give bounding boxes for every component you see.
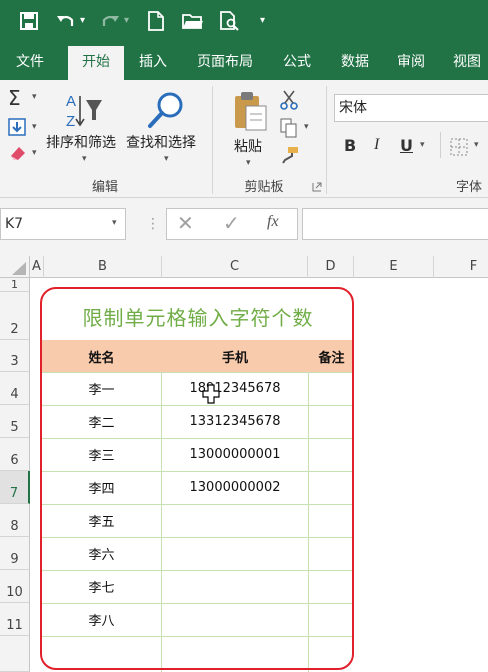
- borders-icon[interactable]: [450, 138, 468, 156]
- paste-button[interactable]: 粘贴 ▾: [228, 86, 274, 174]
- row-header[interactable]: 9: [0, 537, 30, 570]
- editing-group-label: 编辑: [91, 180, 118, 195]
- find-select-label: 查找和选择: [126, 135, 196, 151]
- svg-text:A: A: [66, 93, 76, 110]
- sort-filter-button[interactable]: A Z 排序和筛选 ▾: [46, 86, 124, 174]
- cancel-icon[interactable]: ✕: [177, 211, 194, 235]
- column-header-a[interactable]: A: [30, 256, 44, 278]
- column-header-b[interactable]: B: [44, 256, 162, 278]
- column-header-d[interactable]: D: [308, 256, 354, 278]
- ribbon: Σ ▾ ▾ ▾ A Z 排序和筛选 ▾ 查找和选择 ▾ 编辑 粘贴 ▾ ▾ 剪贴…: [0, 80, 488, 198]
- group-divider: [212, 86, 213, 194]
- formula-buttons: ✕ ✓ fx: [166, 208, 298, 240]
- copy-icon[interactable]: [280, 118, 298, 138]
- sort-filter-dropdown-icon: ▾: [82, 154, 87, 164]
- borders-dropdown-icon[interactable]: ▾: [474, 140, 479, 150]
- tab-review[interactable]: 审阅: [386, 44, 436, 80]
- row-header[interactable]: 8: [0, 504, 30, 537]
- italic-button[interactable]: I: [374, 136, 379, 154]
- row-header[interactable]: 10: [0, 570, 30, 603]
- tab-data[interactable]: 数据: [330, 44, 380, 80]
- row-header[interactable]: 2: [0, 292, 30, 340]
- undo-dropdown-icon[interactable]: ▾: [80, 10, 85, 32]
- undo-icon[interactable]: [56, 12, 76, 30]
- tab-home[interactable]: 开始: [68, 46, 124, 80]
- customize-toolbar-icon[interactable]: ▾: [260, 10, 265, 32]
- formula-bar: K7 ▾ ⋮ ✕ ✓ fx: [0, 198, 488, 256]
- row-header[interactable]: 6: [0, 438, 30, 471]
- font-group-label: 字体: [456, 180, 483, 195]
- tab-file[interactable]: 文件: [0, 44, 60, 80]
- tab-view[interactable]: 视图: [442, 44, 488, 80]
- sort-filter-label: 排序和筛选: [46, 135, 116, 151]
- row-header[interactable]: 1: [0, 278, 30, 292]
- new-file-icon[interactable]: [148, 11, 164, 31]
- name-box-dropdown-icon[interactable]: ▾: [112, 218, 117, 228]
- worksheet-grid: A B C D E F 1 2 3 4 5 6 7 8 9 10 11 姓名 手…: [0, 256, 488, 672]
- formula-bar-grip-icon: ⋮: [146, 216, 160, 232]
- row-header[interactable]: 3: [0, 340, 30, 372]
- autosum-icon[interactable]: Σ: [8, 86, 21, 110]
- svg-text:Z: Z: [66, 113, 75, 130]
- row-header-selected[interactable]: 7: [0, 471, 30, 504]
- fill-dropdown-icon[interactable]: ▾: [32, 122, 37, 132]
- clipboard-group-label: 剪贴板: [244, 180, 284, 195]
- column-header-e[interactable]: E: [354, 256, 434, 278]
- redo-icon[interactable]: [100, 12, 120, 30]
- clear-eraser-icon[interactable]: [8, 144, 28, 162]
- row-header[interactable]: [0, 636, 30, 672]
- autosum-dropdown-icon[interactable]: ▾: [32, 92, 37, 102]
- excel-window: ▾ ▾ ▾ 文件 开始 插入 页面布局 公式 数据 审阅 视图 Σ ▾ ▾ ▾ …: [0, 0, 488, 672]
- copy-dropdown-icon[interactable]: ▾: [304, 122, 309, 132]
- quick-access-toolbar: ▾ ▾ ▾: [0, 0, 488, 44]
- select-all-corner[interactable]: [0, 256, 30, 278]
- group-divider: [326, 86, 327, 194]
- row-header[interactable]: 4: [0, 372, 30, 405]
- find-select-dropdown-icon: ▾: [164, 154, 169, 164]
- save-icon[interactable]: [20, 12, 38, 30]
- paste-dropdown-icon: ▾: [246, 158, 251, 168]
- ribbon-tabs: 文件 开始 插入 页面布局 公式 数据 审阅 视图: [0, 44, 488, 80]
- highlight-frame: [40, 287, 354, 670]
- tab-insert[interactable]: 插入: [128, 44, 178, 80]
- tab-page-layout[interactable]: 页面布局: [186, 44, 264, 80]
- paste-clipboard-icon: [235, 92, 267, 131]
- bold-button[interactable]: B: [344, 136, 356, 155]
- clipboard-launcher-icon[interactable]: [312, 182, 322, 192]
- cut-scissors-icon[interactable]: [280, 90, 298, 110]
- tab-formulas[interactable]: 公式: [272, 44, 322, 80]
- find-magnifier-icon: [148, 92, 183, 128]
- underline-button[interactable]: U: [400, 136, 413, 155]
- fill-icon[interactable]: [8, 118, 26, 136]
- row-header[interactable]: 5: [0, 405, 30, 438]
- name-box[interactable]: K7: [0, 208, 126, 240]
- row-header[interactable]: 11: [0, 603, 30, 636]
- redo-dropdown-icon[interactable]: ▾: [124, 10, 129, 32]
- font-group-divider: [440, 132, 441, 158]
- select-all-triangle-icon: [12, 262, 26, 275]
- font-name-select[interactable]: 宋体: [334, 94, 488, 122]
- print-preview-icon[interactable]: [220, 11, 240, 31]
- paste-label: 粘贴: [234, 139, 262, 155]
- formula-input[interactable]: [302, 208, 488, 240]
- find-select-button[interactable]: 查找和选择 ▾: [126, 86, 206, 174]
- underline-dropdown-icon[interactable]: ▾: [420, 140, 425, 150]
- clear-dropdown-icon[interactable]: ▾: [32, 148, 37, 158]
- insert-function-button[interactable]: fx: [267, 213, 279, 231]
- enter-check-icon[interactable]: ✓: [223, 211, 240, 235]
- format-painter-icon[interactable]: [280, 146, 300, 164]
- column-header-f[interactable]: F: [434, 256, 488, 278]
- column-header-c[interactable]: C: [162, 256, 308, 278]
- open-folder-icon[interactable]: [182, 12, 204, 30]
- sort-filter-icon: A Z: [66, 93, 102, 130]
